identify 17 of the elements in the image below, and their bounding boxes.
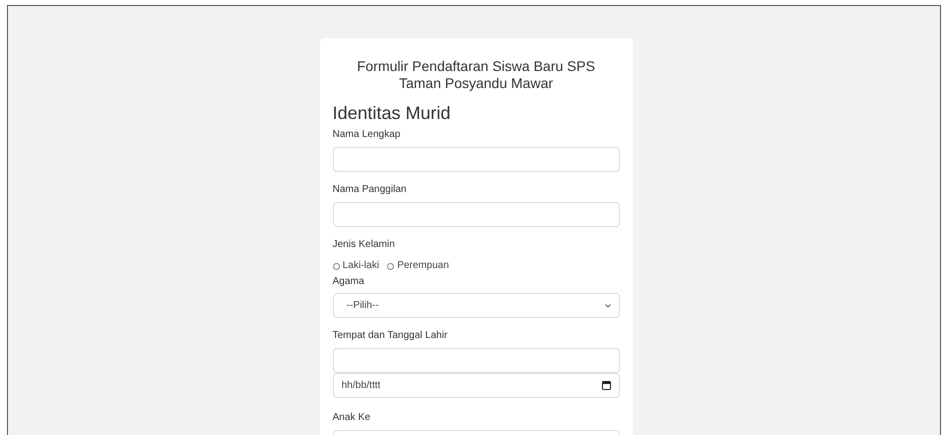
calendar-icon	[602, 381, 610, 390]
text-field[interactable]	[332, 348, 620, 373]
select-dropdown[interactable]: --Pilih--	[332, 293, 620, 318]
text-field[interactable]	[332, 202, 620, 227]
field-label: Agama	[332, 276, 366, 288]
date-field[interactable]: hh/bb/tttt	[332, 373, 620, 398]
radio-option[interactable]: Perempuan	[387, 260, 449, 272]
field-label: Nama Panggilan	[332, 184, 408, 196]
section-heading: Identitas Murid	[332, 102, 452, 124]
text-field[interactable]	[332, 147, 620, 172]
field-label: Nama Lengkap	[332, 129, 402, 141]
field-label: Anak Ke	[332, 412, 372, 424]
chevron-down-icon	[604, 304, 610, 308]
field-label: Tempat dan Tanggal Lahir	[332, 330, 448, 342]
form-title: Formulir Pendaftaran Siswa Baru SPS Taman Posyandu Mawar	[356, 58, 596, 92]
field-label: Jenis Kelamin	[332, 239, 396, 251]
radio-option[interactable]: Laki-laki	[332, 260, 380, 272]
